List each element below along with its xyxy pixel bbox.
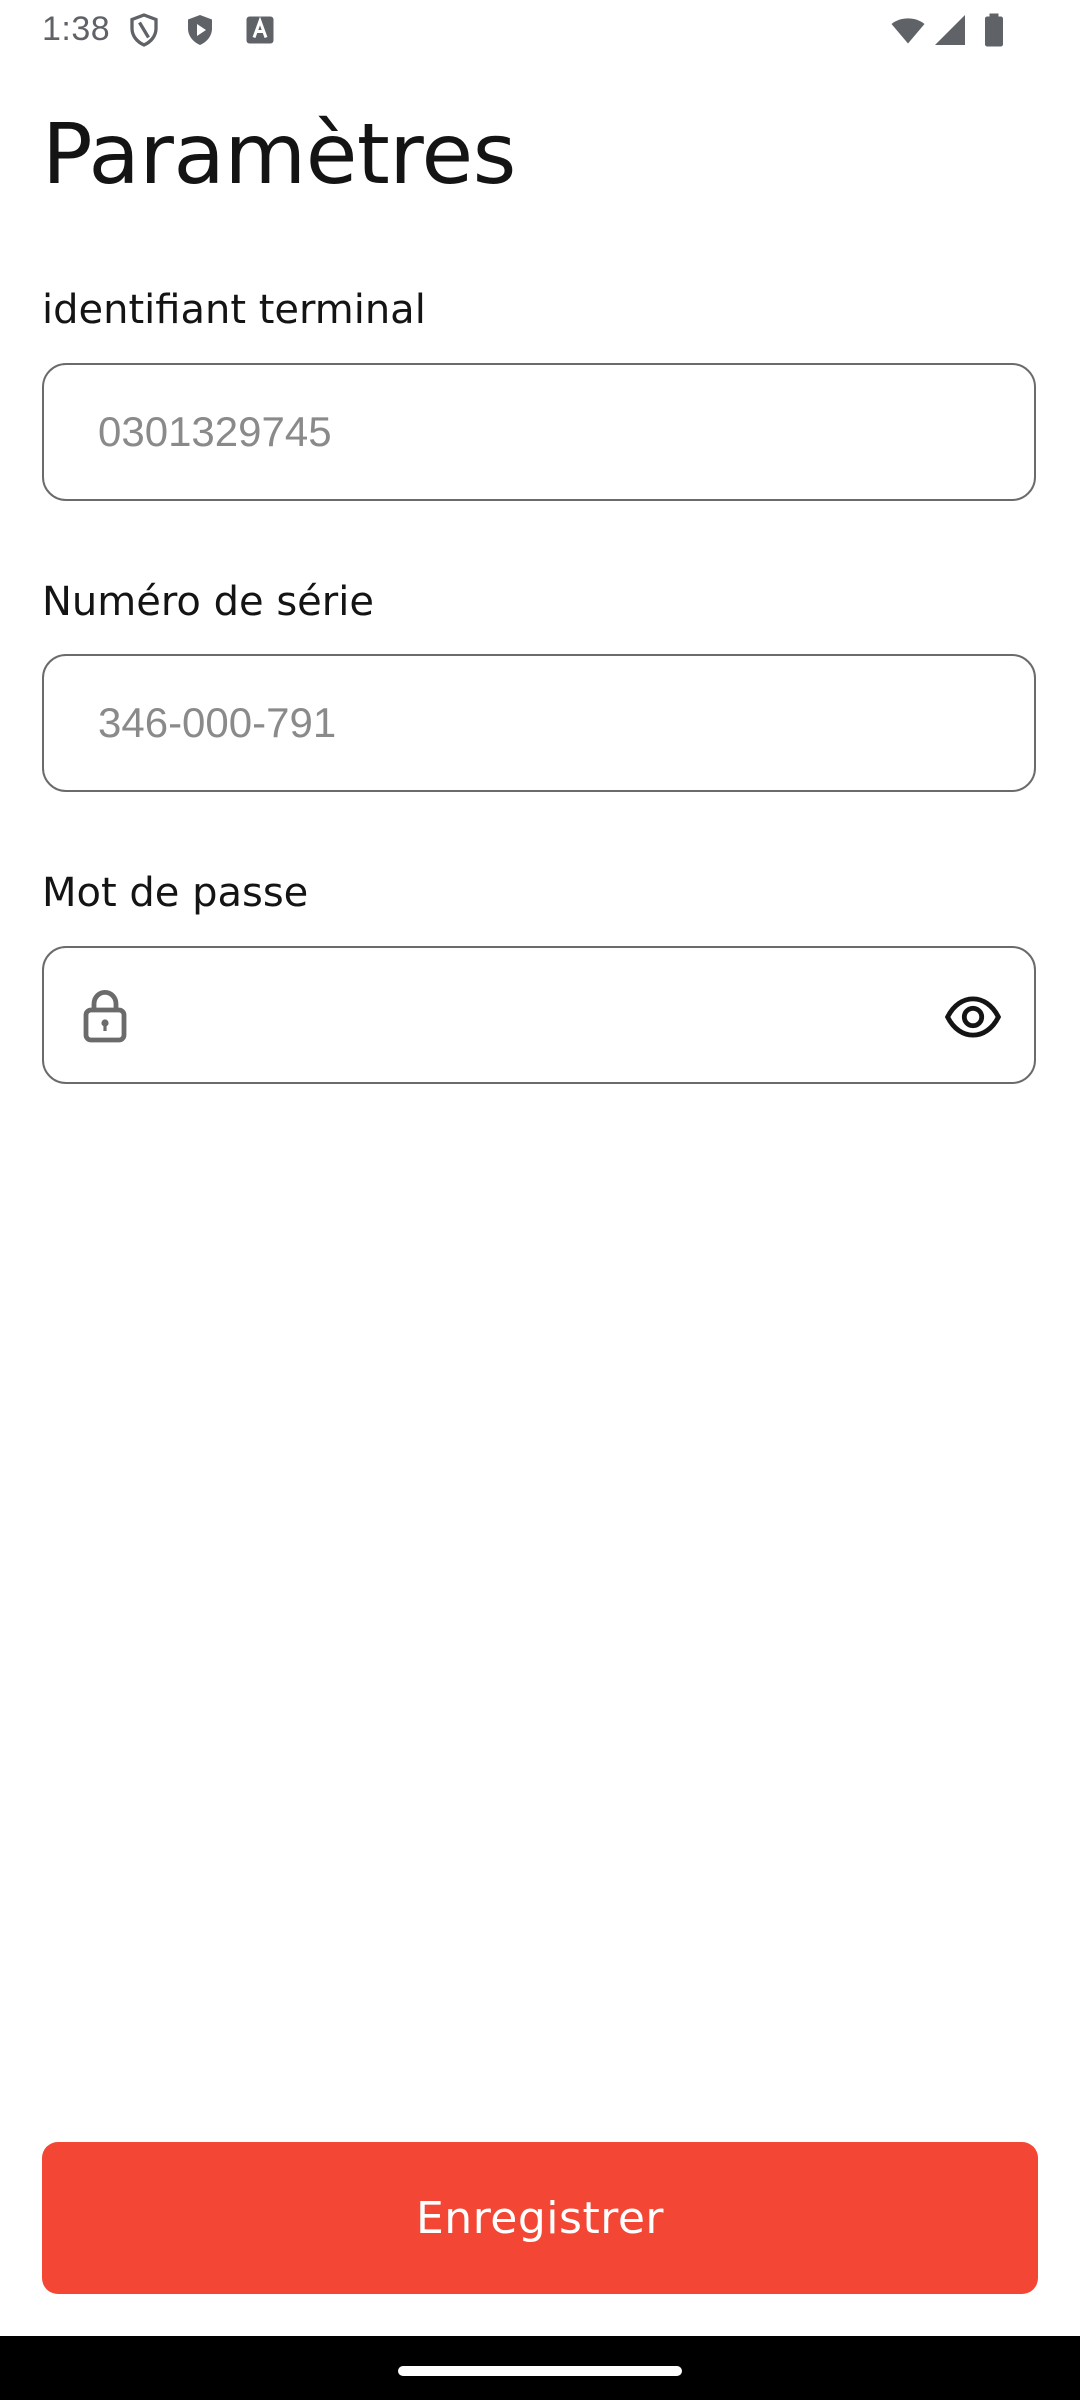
serial-number-label: Numéro de série xyxy=(42,579,374,625)
home-gesture-handle[interactable] xyxy=(398,2366,682,2376)
page-title: Paramètres xyxy=(42,105,516,203)
serial-number-input[interactable] xyxy=(98,656,958,790)
status-time: 1:38 xyxy=(42,10,111,48)
password-label: Mot de passe xyxy=(42,870,309,916)
password-field[interactable] xyxy=(42,946,1036,1084)
shield-outline-icon xyxy=(126,12,162,48)
wifi-icon xyxy=(888,12,928,48)
password-input[interactable] xyxy=(164,948,944,1082)
status-bar: 1:38 xyxy=(0,0,1080,62)
eye-icon[interactable] xyxy=(944,988,1002,1046)
terminal-id-label: identifiant terminal xyxy=(42,287,426,333)
signal-icon xyxy=(932,12,968,48)
navigation-bar xyxy=(0,2336,1080,2400)
shield-play-icon xyxy=(182,12,218,48)
battery-icon xyxy=(980,12,1008,48)
serial-number-field[interactable] xyxy=(42,654,1036,792)
terminal-id-input[interactable] xyxy=(98,365,958,499)
text-a-icon xyxy=(242,12,278,48)
save-button[interactable]: Enregistrer xyxy=(42,2142,1038,2294)
lock-icon xyxy=(80,988,130,1044)
terminal-id-field[interactable] xyxy=(42,363,1036,501)
